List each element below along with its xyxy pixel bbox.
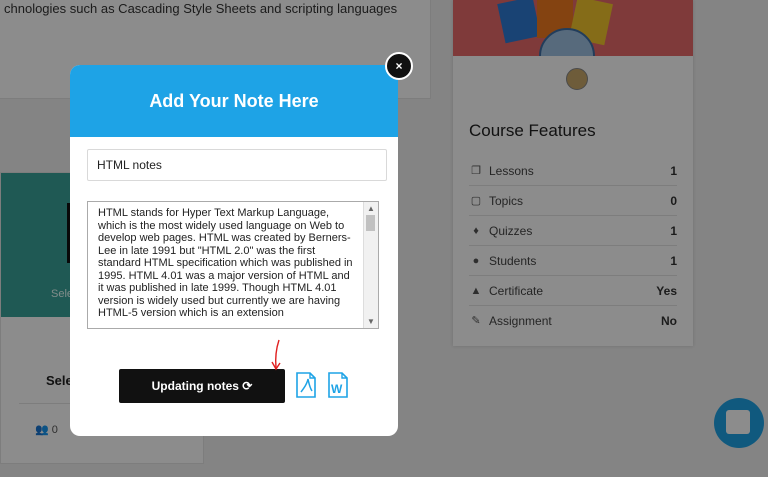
scroll-thumb[interactable] — [366, 215, 375, 231]
modal-header: Add Your Note Here — [70, 65, 398, 137]
update-notes-label: Updating notes ⟳ — [151, 379, 253, 393]
update-notes-button[interactable]: Updating notes ⟳ — [119, 369, 285, 403]
modal-title: Add Your Note Here — [149, 91, 319, 111]
refresh-icon: ⟳ — [242, 379, 253, 393]
add-note-modal: Add Your Note Here HTML stands for Hyper… — [70, 65, 398, 436]
textarea-scrollbar[interactable]: ▲ ▼ — [363, 202, 378, 328]
pdf-export-icon[interactable] — [295, 372, 317, 398]
scroll-up-icon[interactable]: ▲ — [367, 204, 375, 213]
note-text-content[interactable]: HTML stands for Hyper Text Markup Langua… — [98, 207, 356, 323]
note-textarea[interactable]: HTML stands for Hyper Text Markup Langua… — [87, 201, 379, 329]
note-title-input[interactable] — [87, 149, 387, 181]
annotation-arrow-icon — [271, 339, 281, 371]
close-modal-button[interactable]: × — [385, 52, 413, 80]
svg-text:W: W — [331, 382, 343, 396]
word-export-icon[interactable]: W — [327, 372, 349, 398]
scroll-down-icon[interactable]: ▼ — [367, 317, 375, 326]
